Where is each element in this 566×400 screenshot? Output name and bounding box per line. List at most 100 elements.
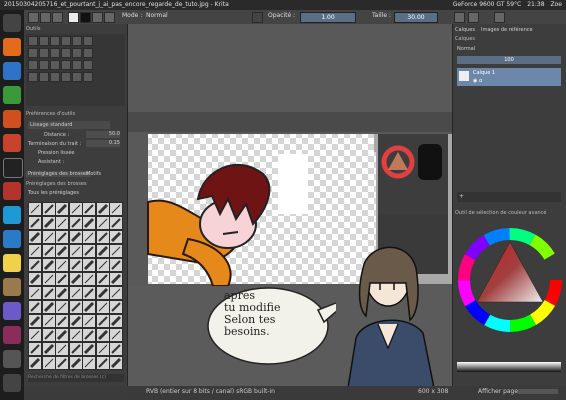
brush-preset-item[interactable] <box>41 342 56 356</box>
grid-tool-icon[interactable] <box>83 60 93 70</box>
mode-select[interactable]: Normal <box>146 12 168 19</box>
dash-icon[interactable] <box>3 14 21 32</box>
brush-preset-item[interactable] <box>95 300 110 314</box>
foreground-color-icon[interactable] <box>80 12 91 23</box>
poly-select-icon[interactable] <box>50 72 60 82</box>
mirror-icon[interactable] <box>454 12 465 23</box>
select-tool-icon[interactable] <box>28 36 38 46</box>
brush-preset-item[interactable] <box>55 244 69 258</box>
brush-preset-item[interactable] <box>55 286 69 300</box>
brush-preset-item[interactable] <box>109 314 123 328</box>
brush-preset-item[interactable] <box>55 300 69 314</box>
free-select-icon[interactable] <box>61 72 71 82</box>
reset-icon[interactable] <box>104 12 115 23</box>
brush-preset-item[interactable] <box>41 244 56 258</box>
brush-preset-item[interactable] <box>82 286 96 300</box>
brush-preset-item[interactable] <box>55 258 69 272</box>
brush-preset-item[interactable] <box>68 202 83 216</box>
mirror-vertical-icon[interactable] <box>468 12 479 23</box>
tab-patterns[interactable]: Motifs <box>86 171 101 177</box>
contig-select-icon[interactable] <box>72 72 82 82</box>
brush-preset-item[interactable] <box>109 300 123 314</box>
brush-preset-item[interactable] <box>95 202 110 216</box>
size-field[interactable]: 30.00 <box>394 12 438 23</box>
pressure-checkbox[interactable]: Pression lissée <box>38 150 75 156</box>
brush-preset-item[interactable] <box>68 342 83 356</box>
line-tool-icon[interactable] <box>61 36 71 46</box>
app-icon[interactable] <box>3 350 21 368</box>
rect-select-icon[interactable] <box>28 72 38 82</box>
measure-tool-icon[interactable] <box>72 60 82 70</box>
brush-preset-item[interactable] <box>68 356 83 370</box>
brush-preset-item[interactable] <box>82 244 96 258</box>
brush-preset-item[interactable] <box>68 244 83 258</box>
brush-preset-item[interactable] <box>41 258 56 272</box>
end-field[interactable]: 0.15 <box>86 140 120 147</box>
software-center-icon[interactable] <box>3 134 21 152</box>
brush-preset-item[interactable] <box>28 230 42 244</box>
brush-preset-item[interactable] <box>95 314 110 328</box>
settings-icon[interactable] <box>3 182 21 200</box>
brush-preset-item[interactable] <box>109 286 123 300</box>
open-icon[interactable] <box>40 12 51 23</box>
brush-preset-item[interactable] <box>68 286 83 300</box>
color-wheel[interactable] <box>455 220 565 340</box>
brush-preset-item[interactable] <box>109 356 123 370</box>
distance-field[interactable]: 50.0 <box>86 131 120 138</box>
brush-preset-item[interactable] <box>95 272 110 286</box>
user-menu[interactable]: Zoe <box>551 0 562 10</box>
new-icon[interactable] <box>28 12 39 23</box>
brush-preset-item[interactable] <box>28 244 42 258</box>
gpu-indicator[interactable]: GeForce 9600 GT 59°C <box>453 0 522 10</box>
presets-filter-select[interactable]: Tous les préréglages <box>28 190 79 196</box>
krita-icon[interactable] <box>3 302 21 320</box>
canvas-area[interactable]: après tu modifie Selon tes besoins. <box>128 24 452 388</box>
brush-preset-item[interactable] <box>95 230 110 244</box>
brush-preset-item[interactable] <box>68 272 83 286</box>
brush-preset-item[interactable] <box>55 230 69 244</box>
brush-preset-item[interactable] <box>41 230 56 244</box>
brush-preset-item[interactable] <box>82 202 96 216</box>
color-history-bar[interactable] <box>457 362 561 372</box>
brush-preset-item[interactable] <box>95 342 110 356</box>
brush-preset-item[interactable] <box>109 216 123 230</box>
picker-tool-icon[interactable] <box>72 48 82 58</box>
layer-visibility-icon[interactable]: ◉ α <box>473 78 482 84</box>
presets-search-input[interactable]: Recherche de filtres de brosses (c) <box>28 374 124 382</box>
brush-preset-item[interactable] <box>109 244 123 258</box>
brush-preset-item[interactable] <box>95 328 110 342</box>
trash-icon[interactable] <box>3 374 21 392</box>
brush-preset-item[interactable] <box>55 342 69 356</box>
brush-preset-item[interactable] <box>28 300 42 314</box>
brush-preset-item[interactable] <box>82 356 96 370</box>
brush-preset-item[interactable] <box>95 258 110 272</box>
transform-tool-icon[interactable] <box>28 60 38 70</box>
brush-preset-item[interactable] <box>82 342 96 356</box>
zoom-tool-icon[interactable] <box>39 60 49 70</box>
brush-preset-item[interactable] <box>95 286 110 300</box>
brush-preset-item[interactable] <box>28 328 42 342</box>
pidgin-icon[interactable] <box>3 254 21 272</box>
brush-preset-item[interactable] <box>68 300 83 314</box>
brush-preset-item[interactable] <box>41 356 56 370</box>
ellipse-tool-icon[interactable] <box>83 36 93 46</box>
brush-preset-item[interactable] <box>109 202 123 216</box>
brush-tool-icon[interactable] <box>50 36 60 46</box>
assistant-tool-icon[interactable] <box>61 60 71 70</box>
show-page-button[interactable]: Afficher page <box>478 386 518 398</box>
brush-preset-item[interactable] <box>41 300 56 314</box>
calc-icon[interactable] <box>3 86 21 104</box>
brush-preset-item[interactable] <box>55 202 69 216</box>
blend-mode-select[interactable]: Normal <box>457 46 475 52</box>
brush-preset-item[interactable] <box>41 286 56 300</box>
terminal-icon[interactable] <box>3 158 23 178</box>
move-tool-icon[interactable] <box>83 48 93 58</box>
impress-icon[interactable] <box>3 110 21 128</box>
smoothing-select[interactable]: Lissage standard <box>28 121 110 129</box>
brush-preset-item[interactable] <box>28 286 42 300</box>
app-icon[interactable] <box>3 326 21 344</box>
crop-tool-icon[interactable] <box>39 36 49 46</box>
brush-preset-item[interactable] <box>82 258 96 272</box>
brush-preset-item[interactable] <box>82 216 96 230</box>
brush-preset-item[interactable] <box>41 216 56 230</box>
